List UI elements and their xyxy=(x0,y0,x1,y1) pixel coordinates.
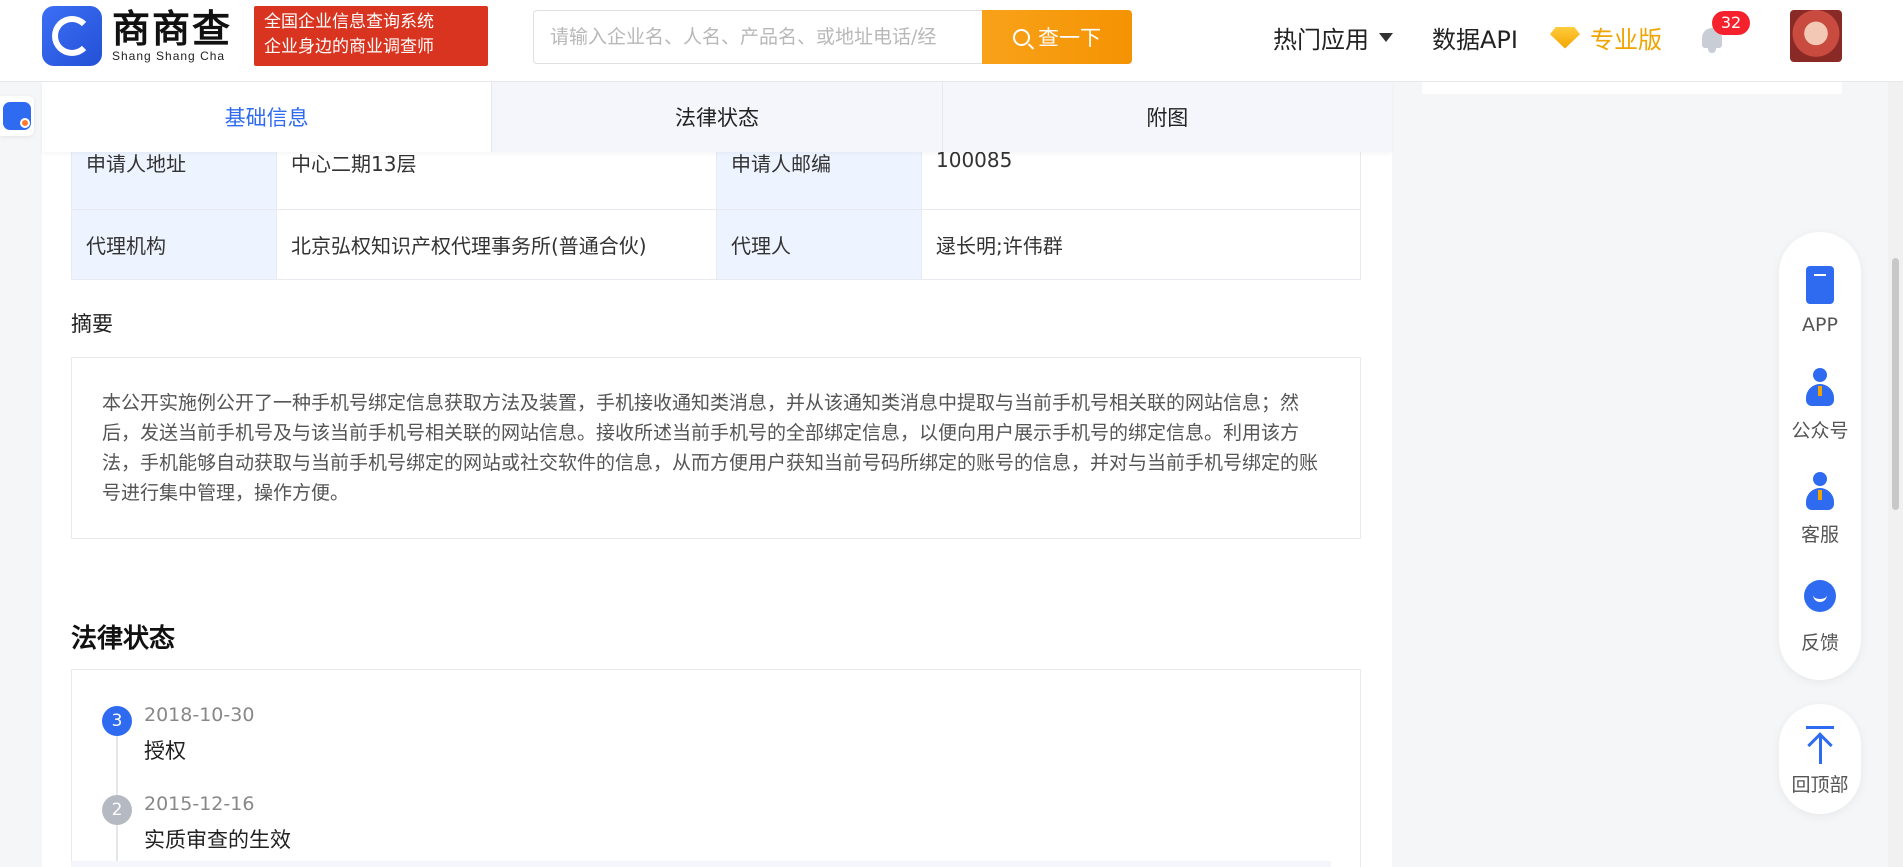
nav-pro-version[interactable]: 专业版 xyxy=(1550,20,1662,55)
tab-basic-info[interactable]: 基础信息 xyxy=(42,82,493,152)
side-app-shortcut[interactable] xyxy=(0,96,34,136)
back-to-top-button[interactable]: 回顶部 xyxy=(1779,704,1861,814)
floating-toolbar: APP 公众号 客服 反馈 xyxy=(1779,232,1861,680)
nav-hot-apps-label: 热门应用 xyxy=(1273,26,1369,54)
nav-pro-label: 专业版 xyxy=(1590,26,1662,54)
float-service[interactable]: 客服 xyxy=(1779,472,1861,547)
tab-legal-status[interactable]: 法律状态 xyxy=(492,82,943,152)
diamond-icon xyxy=(1550,26,1580,49)
tab-drawings[interactable]: 附图 xyxy=(943,82,1392,152)
slogan-line-2: 企业身边的商业调查师 xyxy=(264,37,434,57)
float-wechat-label: 公众号 xyxy=(1791,420,1849,442)
float-app[interactable]: APP xyxy=(1779,266,1861,336)
caret-down-icon xyxy=(1379,33,1393,42)
page-scrollbar[interactable] xyxy=(1888,0,1903,867)
timeline-status: 授权 xyxy=(144,739,186,763)
float-app-label: APP xyxy=(1802,314,1838,336)
float-wechat[interactable]: 公众号 xyxy=(1779,368,1861,443)
timeline-date: 2015-12-16 xyxy=(144,793,255,815)
section-tabs: 基础信息 法律状态 附图 xyxy=(42,82,1392,152)
nav-hot-apps[interactable]: 热门应用 xyxy=(1273,20,1393,55)
float-feedback[interactable]: 反馈 xyxy=(1779,576,1861,655)
timeline-status: 实质审查的生效 xyxy=(144,828,291,852)
slogan-line-1: 全国企业信息查询系统 xyxy=(264,12,434,32)
table-row: 代理机构 北京弘权知识产权代理事务所(普通合伙) 代理人 逯长明;许伟群 xyxy=(71,209,1361,280)
right-sidebar-card xyxy=(1422,82,1842,94)
search-button[interactable]: 查一下 xyxy=(982,10,1132,64)
agency-label: 代理机构 xyxy=(71,209,277,280)
arrow-up-icon xyxy=(1804,726,1836,764)
timeline-step-badge: 2 xyxy=(102,795,132,825)
search-button-label: 查一下 xyxy=(1038,26,1101,50)
legal-status-timeline: 3 2018-10-30 授权 2 2015-12-16 实质审查的生效 xyxy=(71,669,1361,867)
feedback-icon xyxy=(1804,580,1836,612)
avatar[interactable] xyxy=(1790,10,1842,62)
abstract-title: 摘要 xyxy=(71,312,113,336)
timeline-date: 2018-10-30 xyxy=(144,704,255,726)
person-icon xyxy=(1804,472,1836,512)
agent-label: 代理人 xyxy=(716,209,922,280)
slogan-banner: 全国企业信息查询系统 企业身边的商业调查师 xyxy=(254,6,488,66)
legal-status-title: 法律状态 xyxy=(71,624,176,654)
phone-icon xyxy=(1806,266,1834,304)
nav-data-api[interactable]: 数据API xyxy=(1432,20,1518,55)
search-input[interactable] xyxy=(533,10,982,64)
search-icon xyxy=(1013,28,1030,46)
person-icon xyxy=(1804,368,1836,408)
timeline-detail-box xyxy=(71,861,1331,867)
agent-value: 逯长明;许伟群 xyxy=(921,209,1361,280)
agency-value: 北京弘权知识产权代理事务所(普通合伙) xyxy=(276,209,717,280)
site-logo[interactable]: 商商查 Shang Shang Cha xyxy=(42,6,232,66)
float-service-label: 客服 xyxy=(1800,524,1839,546)
logo-mark-icon xyxy=(42,6,102,66)
timeline-step-badge: 3 xyxy=(102,706,132,736)
scrollbar-thumb[interactable] xyxy=(1892,258,1899,510)
back-to-top-label: 回顶部 xyxy=(1791,774,1849,796)
top-header: 商商查 Shang Shang Cha 全国企业信息查询系统 企业身边的商业调查… xyxy=(0,0,1903,82)
logo-name-cn: 商商查 xyxy=(112,7,233,51)
float-feedback-label: 反馈 xyxy=(1800,632,1839,654)
notification-badge: 32 xyxy=(1712,11,1750,35)
logo-name-en: Shang Shang Cha xyxy=(112,49,226,63)
timeline-line xyxy=(116,718,118,867)
abstract-text: 本公开实施例公开了一种手机号绑定信息获取方法及装置，手机接收通知类消息，并从该通… xyxy=(71,357,1361,539)
